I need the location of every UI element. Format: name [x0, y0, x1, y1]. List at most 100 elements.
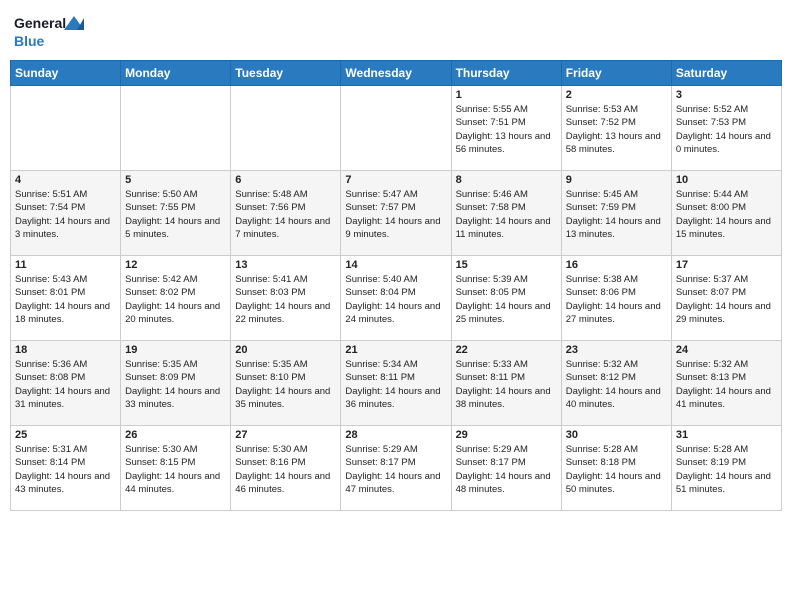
day-info: Sunrise: 5:35 AM Sunset: 8:10 PM Dayligh… — [235, 358, 336, 411]
day-info: Sunrise: 5:29 AM Sunset: 8:17 PM Dayligh… — [345, 443, 446, 496]
calendar-table: SundayMondayTuesdayWednesdayThursdayFrid… — [10, 60, 782, 511]
sunrise-label: Sunrise: 5:38 AM — [566, 274, 638, 285]
daylight-label: Daylight: 14 hours and 0 minutes. — [676, 131, 771, 155]
sunset-label: Sunset: 7:55 PM — [125, 202, 195, 213]
day-number: 12 — [125, 259, 226, 271]
day-info: Sunrise: 5:41 AM Sunset: 8:03 PM Dayligh… — [235, 273, 336, 326]
day-number: 15 — [456, 259, 557, 271]
calendar-cell: 19 Sunrise: 5:35 AM Sunset: 8:09 PM Dayl… — [121, 341, 231, 426]
calendar-cell — [231, 86, 341, 171]
day-info: Sunrise: 5:40 AM Sunset: 8:04 PM Dayligh… — [345, 273, 446, 326]
sunset-label: Sunset: 8:02 PM — [125, 287, 195, 298]
calendar-cell: 28 Sunrise: 5:29 AM Sunset: 8:17 PM Dayl… — [341, 426, 451, 511]
svg-text:General: General — [14, 15, 66, 31]
sunset-label: Sunset: 7:51 PM — [456, 117, 526, 128]
daylight-label: Daylight: 14 hours and 15 minutes. — [676, 216, 771, 240]
sunrise-label: Sunrise: 5:35 AM — [125, 359, 197, 370]
day-number: 31 — [676, 429, 777, 441]
sunset-label: Sunset: 8:19 PM — [676, 457, 746, 468]
sunset-label: Sunset: 7:56 PM — [235, 202, 305, 213]
day-number: 26 — [125, 429, 226, 441]
calendar-cell: 29 Sunrise: 5:29 AM Sunset: 8:17 PM Dayl… — [451, 426, 561, 511]
sunrise-label: Sunrise: 5:46 AM — [456, 189, 528, 200]
day-number: 6 — [235, 174, 336, 186]
day-number: 7 — [345, 174, 446, 186]
day-info: Sunrise: 5:31 AM Sunset: 8:14 PM Dayligh… — [15, 443, 116, 496]
day-number: 17 — [676, 259, 777, 271]
calendar-cell: 22 Sunrise: 5:33 AM Sunset: 8:11 PM Dayl… — [451, 341, 561, 426]
calendar-cell: 5 Sunrise: 5:50 AM Sunset: 7:55 PM Dayli… — [121, 171, 231, 256]
daylight-label: Daylight: 14 hours and 46 minutes. — [235, 471, 330, 495]
day-info: Sunrise: 5:34 AM Sunset: 8:11 PM Dayligh… — [345, 358, 446, 411]
sunrise-label: Sunrise: 5:30 AM — [125, 444, 197, 455]
sunrise-label: Sunrise: 5:33 AM — [456, 359, 528, 370]
sunrise-label: Sunrise: 5:45 AM — [566, 189, 638, 200]
day-info: Sunrise: 5:52 AM Sunset: 7:53 PM Dayligh… — [676, 103, 777, 156]
daylight-label: Daylight: 14 hours and 47 minutes. — [345, 471, 440, 495]
sunset-label: Sunset: 8:08 PM — [15, 372, 85, 383]
daylight-label: Daylight: 13 hours and 58 minutes. — [566, 131, 661, 155]
day-number: 1 — [456, 89, 557, 101]
sunrise-label: Sunrise: 5:37 AM — [676, 274, 748, 285]
sunrise-label: Sunrise: 5:48 AM — [235, 189, 307, 200]
weekday-header: Saturday — [671, 61, 781, 86]
sunrise-label: Sunrise: 5:40 AM — [345, 274, 417, 285]
day-number: 11 — [15, 259, 116, 271]
day-number: 22 — [456, 344, 557, 356]
weekday-header-row: SundayMondayTuesdayWednesdayThursdayFrid… — [11, 61, 782, 86]
daylight-label: Daylight: 14 hours and 18 minutes. — [15, 301, 110, 325]
day-info: Sunrise: 5:30 AM Sunset: 8:16 PM Dayligh… — [235, 443, 336, 496]
day-info: Sunrise: 5:33 AM Sunset: 8:11 PM Dayligh… — [456, 358, 557, 411]
daylight-label: Daylight: 14 hours and 44 minutes. — [125, 471, 220, 495]
daylight-label: Daylight: 14 hours and 33 minutes. — [125, 386, 220, 410]
calendar-cell: 27 Sunrise: 5:30 AM Sunset: 8:16 PM Dayl… — [231, 426, 341, 511]
svg-text:Blue: Blue — [14, 33, 45, 49]
sunrise-label: Sunrise: 5:42 AM — [125, 274, 197, 285]
sunset-label: Sunset: 8:13 PM — [676, 372, 746, 383]
day-info: Sunrise: 5:51 AM Sunset: 7:54 PM Dayligh… — [15, 188, 116, 241]
day-info: Sunrise: 5:48 AM Sunset: 7:56 PM Dayligh… — [235, 188, 336, 241]
sunset-label: Sunset: 8:11 PM — [456, 372, 526, 383]
calendar-cell: 16 Sunrise: 5:38 AM Sunset: 8:06 PM Dayl… — [561, 256, 671, 341]
weekday-header: Thursday — [451, 61, 561, 86]
calendar-cell: 13 Sunrise: 5:41 AM Sunset: 8:03 PM Dayl… — [231, 256, 341, 341]
day-info: Sunrise: 5:47 AM Sunset: 7:57 PM Dayligh… — [345, 188, 446, 241]
logo: General Blue — [14, 10, 84, 52]
sunset-label: Sunset: 7:53 PM — [676, 117, 746, 128]
daylight-label: Daylight: 14 hours and 35 minutes. — [235, 386, 330, 410]
calendar-week-row: 11 Sunrise: 5:43 AM Sunset: 8:01 PM Dayl… — [11, 256, 782, 341]
daylight-label: Daylight: 14 hours and 38 minutes. — [456, 386, 551, 410]
day-number: 8 — [456, 174, 557, 186]
calendar-cell: 21 Sunrise: 5:34 AM Sunset: 8:11 PM Dayl… — [341, 341, 451, 426]
calendar-cell: 26 Sunrise: 5:30 AM Sunset: 8:15 PM Dayl… — [121, 426, 231, 511]
weekday-header: Monday — [121, 61, 231, 86]
daylight-label: Daylight: 14 hours and 50 minutes. — [566, 471, 661, 495]
calendar-cell: 7 Sunrise: 5:47 AM Sunset: 7:57 PM Dayli… — [341, 171, 451, 256]
daylight-label: Daylight: 14 hours and 31 minutes. — [15, 386, 110, 410]
daylight-label: Daylight: 14 hours and 9 minutes. — [345, 216, 440, 240]
sunrise-label: Sunrise: 5:32 AM — [566, 359, 638, 370]
day-number: 2 — [566, 89, 667, 101]
calendar-cell: 2 Sunrise: 5:53 AM Sunset: 7:52 PM Dayli… — [561, 86, 671, 171]
calendar-cell: 9 Sunrise: 5:45 AM Sunset: 7:59 PM Dayli… — [561, 171, 671, 256]
day-number: 20 — [235, 344, 336, 356]
sunrise-label: Sunrise: 5:44 AM — [676, 189, 748, 200]
logo-svg: General Blue — [14, 10, 84, 52]
day-number: 30 — [566, 429, 667, 441]
day-info: Sunrise: 5:37 AM Sunset: 8:07 PM Dayligh… — [676, 273, 777, 326]
weekday-header: Sunday — [11, 61, 121, 86]
sunset-label: Sunset: 8:18 PM — [566, 457, 636, 468]
sunrise-label: Sunrise: 5:35 AM — [235, 359, 307, 370]
sunrise-label: Sunrise: 5:34 AM — [345, 359, 417, 370]
sunrise-label: Sunrise: 5:30 AM — [235, 444, 307, 455]
sunrise-label: Sunrise: 5:29 AM — [345, 444, 417, 455]
day-number: 19 — [125, 344, 226, 356]
day-info: Sunrise: 5:32 AM Sunset: 8:13 PM Dayligh… — [676, 358, 777, 411]
day-number: 24 — [676, 344, 777, 356]
weekday-header: Tuesday — [231, 61, 341, 86]
day-number: 27 — [235, 429, 336, 441]
sunset-label: Sunset: 7:58 PM — [456, 202, 526, 213]
weekday-header: Friday — [561, 61, 671, 86]
calendar-cell: 18 Sunrise: 5:36 AM Sunset: 8:08 PM Dayl… — [11, 341, 121, 426]
daylight-label: Daylight: 14 hours and 29 minutes. — [676, 301, 771, 325]
